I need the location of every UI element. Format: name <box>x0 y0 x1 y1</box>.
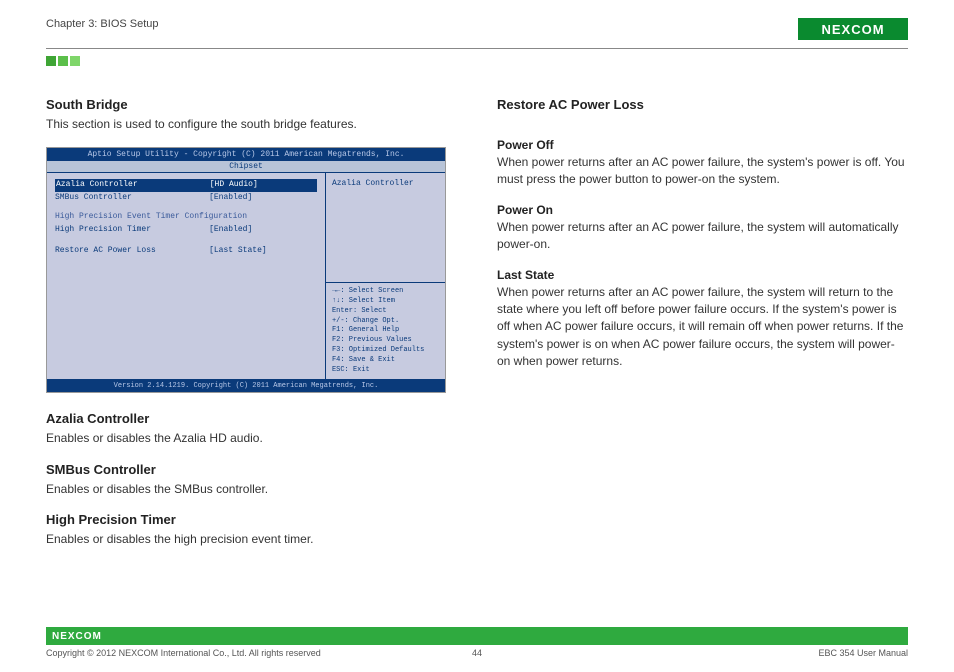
bios-row-smbus-val: [Enabled] <box>209 192 317 205</box>
text-power-on: When power returns after an AC power fai… <box>497 219 908 254</box>
page-footer: NEXCOM Copyright © 2012 NEXCOM Internati… <box>46 627 908 658</box>
bios-row-restore-key: Restore AC Power Loss <box>55 245 209 258</box>
bios-tab: Chipset <box>47 161 445 172</box>
text-power-off: When power returns after an AC power fai… <box>497 154 908 189</box>
footer-green-bar: NEXCOM <box>46 627 908 645</box>
decorative-squares <box>46 55 908 69</box>
brand-logo: NEXCOM <box>798 18 908 40</box>
bios-row-hpt-val: [Enabled] <box>209 224 317 237</box>
bios-settings-pane: Azalia Controller [HD Audio] SMBus Contr… <box>47 173 326 379</box>
heading-azalia: Azalia Controller <box>46 411 457 426</box>
bios-group-hpt: High Precision Event Timer Configuration <box>55 211 317 224</box>
left-column: South Bridge This section is used to con… <box>46 97 457 563</box>
text-hpt: Enables or disables the high precision e… <box>46 531 457 548</box>
header-rule <box>46 48 908 49</box>
heading-hpt: High Precision Timer <box>46 512 457 527</box>
heading-last-state: Last State <box>497 268 908 282</box>
bios-footer: Version 2.14.1219. Copyright (C) 2011 Am… <box>47 380 445 392</box>
heading-power-on: Power On <box>497 203 908 217</box>
bios-screenshot: Aptio Setup Utility - Copyright (C) 2011… <box>46 147 446 393</box>
chapter-title: Chapter 3: BIOS Setup <box>46 18 159 30</box>
bios-row-smbus-key: SMBus Controller <box>55 192 209 205</box>
text-azalia: Enables or disables the Azalia HD audio. <box>46 430 457 447</box>
bios-help-title: Azalia Controller <box>326 173 445 283</box>
text-smbus: Enables or disables the SMBus controller… <box>46 481 457 498</box>
bios-row-restore-val: [Last State] <box>209 245 317 258</box>
footer-logo: NEXCOM <box>52 631 102 642</box>
bios-row-azalia-key: Azalia Controller <box>55 179 209 192</box>
heading-restore: Restore AC Power Loss <box>497 97 908 112</box>
text-south-bridge: This section is used to configure the so… <box>46 116 457 133</box>
bios-help-keys: →←: Select Screen ↑↓: Select Item Enter:… <box>326 283 445 379</box>
heading-south-bridge: South Bridge <box>46 97 457 112</box>
heading-power-off: Power Off <box>497 138 908 152</box>
heading-smbus: SMBus Controller <box>46 462 457 477</box>
text-last-state: When power returns after an AC power fai… <box>497 284 908 371</box>
right-column: Restore AC Power Loss Power Off When pow… <box>497 97 908 563</box>
footer-page-number: 44 <box>46 648 908 658</box>
bios-row-hpt-key: High Precision Timer <box>55 224 209 237</box>
bios-title: Aptio Setup Utility - Copyright (C) 2011… <box>47 148 445 161</box>
bios-row-azalia-val: [HD Audio] <box>209 179 317 192</box>
